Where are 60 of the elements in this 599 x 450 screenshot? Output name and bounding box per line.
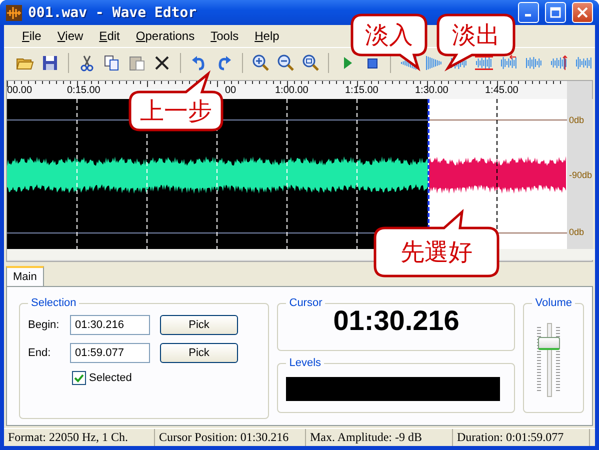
menu-item[interactable]: Help [246,27,288,45]
app-icon [6,4,22,20]
menu-item[interactable]: File [14,27,50,45]
zoom-out-icon[interactable] [276,54,295,72]
field-label: Begin: [28,319,60,331]
time-field[interactable]: 01:30.216 [70,315,150,335]
volume-slider[interactable] [538,323,560,397]
delete-icon[interactable] [152,54,171,72]
db-label: -90db [569,170,592,180]
waveform-icon[interactable] [500,54,518,72]
status-text: Cursor Position: 01:30.216 [155,429,306,446]
copy-icon[interactable] [102,54,121,72]
callout-text: 上一步 [140,96,212,127]
status-text: Max. Amplitude: -9 dB [306,429,453,446]
ruler-label: 00.00 [7,85,32,96]
checkbox-label: Selected [89,372,132,384]
close-button[interactable] [572,2,593,23]
ruler-label: 00 [225,85,236,96]
waveform-icon[interactable] [425,54,444,72]
menu-item[interactable]: Operations [128,27,203,45]
waveform-icon[interactable] [550,54,568,72]
callout-text: 先選好 [400,237,472,268]
waveform-icon[interactable] [475,54,494,72]
ruler-label: 1:45.00 [485,85,518,96]
menu-item[interactable]: Edit [91,27,128,45]
minimize-button[interactable] [518,2,539,23]
maximize-button[interactable] [545,2,566,23]
status-text: Duration: 0:01:59.077 [453,429,590,446]
ruler-label: 1:00.00 [275,85,308,96]
zoom-in-icon[interactable] [252,54,270,72]
pick-button[interactable]: Pick [160,343,238,363]
tab[interactable]: Main [6,266,44,286]
waveform-icon[interactable] [525,54,544,72]
db-label: 0db [569,115,584,125]
group-title: Levels [288,357,322,369]
close-icon [577,7,588,18]
menu-item[interactable]: Tools [202,27,247,45]
checkbox[interactable] [72,371,86,385]
callout-text: 淡出 [452,20,500,51]
zoom-fit-icon[interactable] [302,54,320,72]
menu-item[interactable]: View [49,27,92,45]
paste-icon[interactable] [128,54,146,72]
group-title: Selection [30,297,78,309]
pick-button[interactable]: Pick [160,315,238,335]
waveform-icon[interactable] [575,54,594,72]
ruler-label: 0:15.00 [67,85,100,96]
status-text: Format: 22050 Hz, 1 Ch. [4,429,155,446]
window-title: 001.wav - Wave Edtor [28,4,198,20]
time-field[interactable]: 01:59.077 [70,343,150,363]
cursor-time: 01:30.216 [333,305,460,337]
slider-thumb[interactable] [538,336,560,350]
group-title: Volume [534,297,573,309]
field-label: End: [28,347,52,359]
save-icon[interactable] [40,54,59,72]
db-label: 0db [569,227,584,237]
callout-text: 淡入 [365,20,413,51]
maximize-icon [550,7,561,18]
ruler-label: 1:15.00 [345,85,378,96]
ruler-label: 1:30.00 [415,85,448,96]
group-title: Cursor [288,297,324,309]
